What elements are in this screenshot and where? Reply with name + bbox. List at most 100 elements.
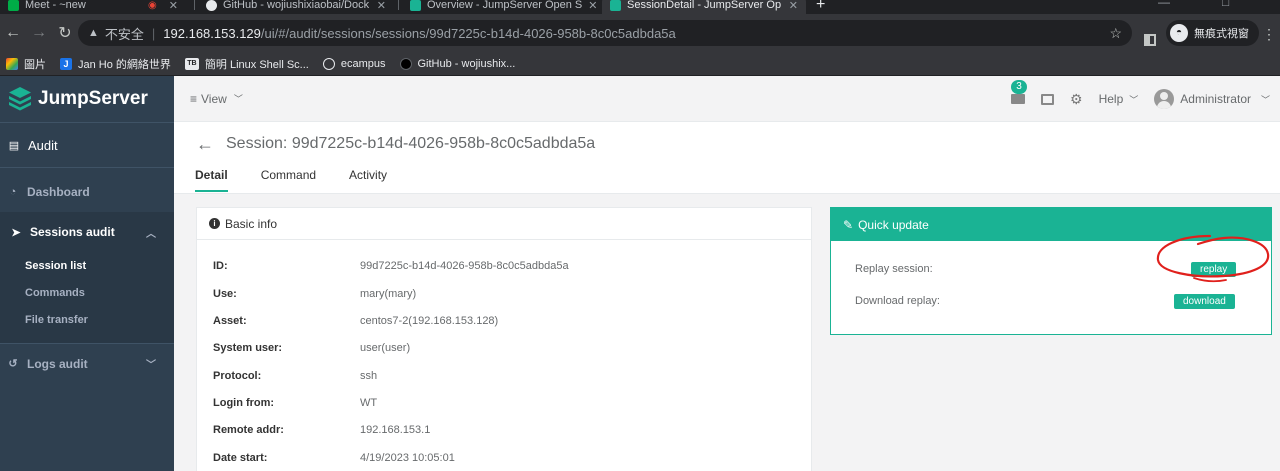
browser-tab-active[interactable]: SessionDetail - JumpServer Op ✕ xyxy=(602,0,806,14)
bookmark-item[interactable]: ecampus xyxy=(322,57,386,70)
basic-info-panel: i Basic info ID: 99d7225c-b14d-4026-958b… xyxy=(196,207,812,471)
sidebar-section-audit[interactable]: ▤ Audit xyxy=(0,122,174,168)
bookmark-star-icon[interactable]: ☆ xyxy=(1109,25,1122,42)
tb-site-icon: TB xyxy=(184,57,199,70)
tab-close-icon[interactable]: ✕ xyxy=(789,0,798,12)
incognito-label: 無痕式視窗 xyxy=(1194,28,1249,40)
jumpserver-favicon-icon xyxy=(410,0,421,11)
clipboard-icon: ▤ xyxy=(8,139,20,152)
info-row-login-from: Login from: WT xyxy=(213,397,377,413)
sidebar-subitem-file-transfer[interactable]: File transfer xyxy=(0,306,174,333)
sidebar-item-label: Dashboard xyxy=(27,185,90,199)
j-site-icon: J xyxy=(60,57,72,70)
tab-command[interactable]: Command xyxy=(261,168,316,192)
info-key: ID: xyxy=(213,260,228,272)
info-row-date-start: Date start: 4/19/2023 10:05:01 xyxy=(213,452,455,468)
incognito-indicator[interactable]: ◓ 無痕式視窗 xyxy=(1166,20,1259,46)
recording-dot-icon: ◉ xyxy=(148,0,157,11)
minimize-window-icon[interactable]: — xyxy=(1158,0,1170,9)
mail-icon[interactable]: 3 xyxy=(1011,80,1028,104)
chevron-up-icon: ︿ xyxy=(146,228,156,240)
sidebar-subitem-commands[interactable]: Commands xyxy=(0,279,174,306)
new-tab-icon[interactable]: + xyxy=(816,0,825,14)
chevron-down-icon: ﹀ xyxy=(1260,94,1270,105)
hamburger-icon: ≡ xyxy=(190,91,198,106)
info-value: user(user) xyxy=(360,342,411,354)
top-navbar: ≡ View ﹀ 3 ⚙ Help ﹀ Administrator ﹀ xyxy=(174,76,1280,122)
bookmark-item[interactable]: TB 簡明 Linux Shell Sc... xyxy=(184,56,309,72)
url-host: 192.168.153.129 xyxy=(163,25,261,41)
tab-close-icon[interactable]: ✕ xyxy=(169,0,178,12)
browser-tab[interactable]: GitHub - wojiushixiaobai/Dock ✕ xyxy=(198,0,394,14)
tab-close-icon[interactable]: ✕ xyxy=(377,0,386,12)
sidebar-item-dashboard[interactable]: ◔ Dashboard xyxy=(0,172,174,212)
tab-activity[interactable]: Activity xyxy=(349,168,387,192)
image-icon xyxy=(6,57,18,70)
replay-button[interactable]: replay xyxy=(1191,262,1237,277)
logo-text: JumpServer xyxy=(38,88,148,109)
bookmark-label: 簡明 Linux Shell Sc... xyxy=(204,58,309,71)
tab-detail[interactable]: Detail xyxy=(195,168,228,192)
browser-tab[interactable]: Overview - JumpServer Open S ✕ xyxy=(402,0,598,14)
bookmark-item[interactable]: J Jan Ho 的網絡世界 xyxy=(60,56,171,72)
help-menu[interactable]: Help ﹀ xyxy=(1099,92,1139,106)
forward-icon[interactable]: → xyxy=(26,24,52,42)
incognito-icon: ◓ xyxy=(1170,24,1188,42)
tab-separator xyxy=(398,0,399,10)
sidebar-item-logs-audit[interactable]: ↺ Logs audit ﹀ xyxy=(0,343,174,383)
insecure-label: 不安全 xyxy=(104,26,144,42)
basic-info-title: Basic info xyxy=(225,216,278,231)
globe-icon xyxy=(322,57,335,70)
sessions-audit-submenu: Session list Commands File transfer xyxy=(0,252,174,343)
bookmark-item[interactable]: 圖片 xyxy=(6,56,46,72)
browser-tab-title: GitHub - wojiushixiaobai/Dock xyxy=(223,0,370,11)
quick-update-title: Quick update xyxy=(858,217,929,232)
info-value: 99d7225c-b14d-4026-958b-8c0c5adbda5a xyxy=(360,260,569,272)
chevron-down-icon: ﹀ xyxy=(146,360,156,371)
info-key: Use: xyxy=(213,288,237,300)
jumpserver-logo-icon xyxy=(9,87,31,111)
info-value: centos7-2(192.168.153.128) xyxy=(360,315,499,327)
chevron-down-icon: ﹀ xyxy=(233,94,243,104)
maximize-window-icon[interactable]: □ xyxy=(1222,0,1229,9)
info-key: Asset: xyxy=(213,315,247,327)
avatar-icon xyxy=(1154,89,1175,109)
info-value: ssh xyxy=(360,370,378,382)
info-key: Protocol: xyxy=(213,370,262,382)
reload-icon[interactable]: ↻ xyxy=(52,23,78,43)
user-menu[interactable]: Administrator ﹀ xyxy=(1154,89,1270,109)
address-bar[interactable]: ▲ 不安全 | 192.168.153.129 /ui/#/audit/sess… xyxy=(78,20,1132,46)
chevron-down-icon: ﹀ xyxy=(1129,94,1139,105)
back-arrow-icon[interactable]: ← xyxy=(196,134,214,155)
jumpserver-logo[interactable]: JumpServer xyxy=(0,76,174,122)
tab-close-icon[interactable]: ✕ xyxy=(588,0,597,12)
browser-menu-icon[interactable]: ⋮ xyxy=(1262,26,1276,43)
sidebar-item-sessions-audit[interactable]: ➤ Sessions audit ︿ xyxy=(0,212,174,252)
info-row-remote-addr: Remote addr: 192.168.153.1 xyxy=(213,424,430,440)
view-menu-button[interactable]: ≡ View ﹀ xyxy=(190,92,243,106)
help-label: Help xyxy=(1098,92,1124,106)
browser-tab[interactable]: Meet - ~new ◉ ✕ xyxy=(0,0,186,14)
replay-session-label: Replay session: xyxy=(855,263,933,275)
tab-separator xyxy=(194,0,195,10)
url-path: /ui/#/audit/sessions/sessions/99d7225c-b… xyxy=(260,25,676,41)
gear-icon[interactable]: ⚙ xyxy=(1070,91,1083,108)
back-icon[interactable]: ← xyxy=(0,24,26,42)
download-button[interactable]: download xyxy=(1174,294,1235,309)
sidebar-subitem-session-list[interactable]: Session list xyxy=(0,252,174,279)
browser-tab-title: Overview - JumpServer Open S xyxy=(427,0,583,11)
info-icon: i xyxy=(209,218,220,229)
history-icon: ↺ xyxy=(8,358,18,370)
web-terminal-icon[interactable] xyxy=(1041,93,1055,105)
insecure-warning-icon: ▲ xyxy=(88,27,99,39)
info-row-id: ID: 99d7225c-b14d-4026-958b-8c0c5adbda5a xyxy=(213,260,569,276)
sidebar: JumpServer ▤ Audit ◔ Dashboard ➤ Session… xyxy=(0,76,174,471)
side-panel-icon[interactable] xyxy=(1144,34,1156,46)
info-value: 192.168.153.1 xyxy=(360,424,431,436)
navbar-right: 3 ⚙ Help ﹀ Administrator ﹀ xyxy=(1011,76,1270,122)
info-row-use: Use: mary(mary) xyxy=(213,288,416,304)
bookmark-label: Jan Ho 的網絡世界 xyxy=(78,58,171,71)
info-value: 4/19/2023 10:05:01 xyxy=(360,452,455,464)
bookmark-item[interactable]: GitHub - wojiushix... xyxy=(399,57,515,70)
download-replay-label: Download replay: xyxy=(855,295,940,307)
